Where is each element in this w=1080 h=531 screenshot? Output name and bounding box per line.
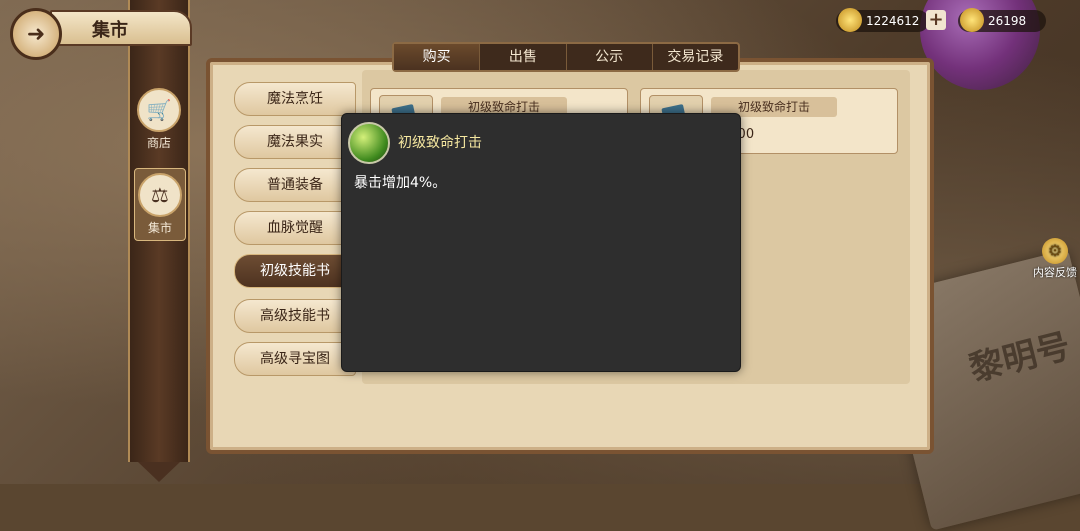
page-title-plate: 集市 xyxy=(50,10,192,46)
feedback-label: 内容反馈 xyxy=(1033,266,1077,279)
sidebar-item-label: 商店 xyxy=(146,136,171,150)
tab-bar: 购买 出售 公示 交易记录 xyxy=(392,42,740,72)
tab-sell[interactable]: 出售 xyxy=(480,44,567,70)
scales-icon: ⚖ xyxy=(138,173,182,217)
page-title: 集市 xyxy=(92,20,128,41)
gem-counter: 26198 xyxy=(958,8,1046,32)
cart-icon: 🛒 xyxy=(137,88,181,132)
sidebar: 🛒 商店 ⚖ 集市 xyxy=(128,0,190,482)
tooltip-description: 暴击增加4%。 xyxy=(354,175,447,191)
gold-amount: 1224612 xyxy=(866,14,920,28)
gem-coin-icon xyxy=(960,8,984,32)
gem-amount: 26198 xyxy=(988,14,1027,28)
gear-icon: ⚙ xyxy=(1042,238,1068,264)
tab-notice[interactable]: 公示 xyxy=(567,44,653,70)
tab-buy[interactable]: 购买 xyxy=(394,44,481,70)
category-magic-cooking[interactable]: 魔法烹饪 xyxy=(234,82,356,116)
tab-history[interactable]: 交易记录 xyxy=(653,44,738,70)
category-advanced-skill-book[interactable]: 高级技能书 xyxy=(234,299,356,333)
item-tooltip: 初级致命打击 暴击增加4%。 xyxy=(341,113,741,372)
gold-counter: 1224612 xyxy=(836,8,930,32)
category-bloodline-awakening[interactable]: 血脉觉醒 xyxy=(234,211,356,245)
back-arrow-icon: ➜ xyxy=(26,21,46,47)
category-normal-equipment[interactable]: 普通装备 xyxy=(234,168,356,202)
skill-icon xyxy=(348,122,390,164)
add-currency-button[interactable]: + xyxy=(926,10,946,30)
category-magic-fruit[interactable]: 魔法果实 xyxy=(234,125,356,159)
back-button[interactable]: ➜ xyxy=(10,8,62,60)
category-advanced-treasure-map[interactable]: 高级寻宝图 xyxy=(234,342,356,376)
sidebar-item-shop[interactable]: 🛒 商店 xyxy=(134,88,184,151)
gold-coin-icon xyxy=(838,8,862,32)
feedback-button[interactable]: ⚙ 内容反馈 xyxy=(1030,238,1080,280)
category-basic-skill-book[interactable]: 初级技能书 xyxy=(234,254,356,288)
sidebar-item-label: 集市 xyxy=(147,221,172,235)
sidebar-item-market[interactable]: ⚖ 集市 xyxy=(134,168,186,241)
tooltip-item-name: 初级致命打击 xyxy=(398,135,482,151)
